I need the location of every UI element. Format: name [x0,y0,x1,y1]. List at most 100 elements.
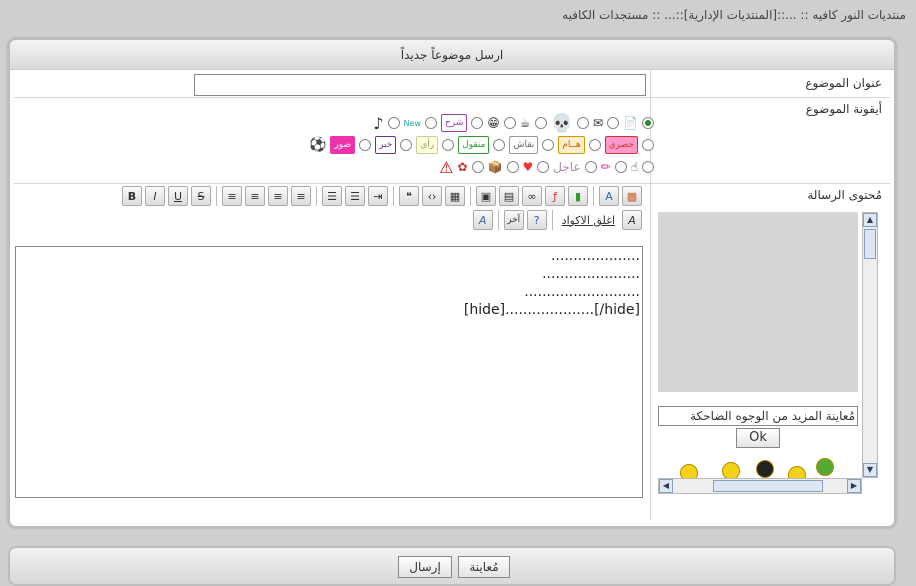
icon-radio[interactable] [537,161,550,173]
italic-button[interactable]: I [145,186,165,206]
icon-radio[interactable] [471,161,484,173]
tag-opinion: رأي [416,136,439,154]
smilies-vscroll[interactable]: ▲ ▼ [862,212,878,478]
tag-new: New [403,118,421,128]
post-panel: ارسل موضوعاً جديداً عنوان الموضوع أيقونة… [8,38,896,528]
icon-radio[interactable] [607,117,620,129]
icon-radio[interactable] [424,117,437,129]
music-icon: ♪ [373,113,384,133]
close-tags-link[interactable]: اغلق الاكواد [558,214,619,227]
preview-button[interactable]: مُعاينة [458,556,510,578]
tag-quoted: منقول [458,136,490,154]
code-icon[interactable]: ‹› [422,186,442,206]
color-icon[interactable]: ▩ [622,186,642,206]
icon-radio[interactable] [642,139,654,151]
icon-radio[interactable] [493,139,506,151]
topic-icon-label: أيقونة الموضوع [805,102,882,116]
scroll-right-icon[interactable]: ▶ [847,479,861,493]
laugh-icon: 😁 [487,116,500,130]
help-icon[interactable]: ? [526,210,547,230]
icon-radio[interactable] [506,161,519,173]
panel-title: ارسل موضوعاً جديداً [10,40,894,70]
icon-radio[interactable] [642,161,654,173]
heart-icon: ♥ [522,160,534,174]
format-toolbar: B I U S ≡ ≡ ≡ ≡ ☰ ☰ ⇥ ❝ ‹› ▦ ▣ ▤ ∞ ƒ ▮ A… [122,186,642,206]
subject-row: عنوان الموضوع [14,70,890,98]
flash-icon[interactable]: ƒ [545,186,565,206]
scroll-left-icon[interactable]: ◀ [659,479,673,493]
rose-icon: ✿ [457,160,468,174]
icon-radio[interactable] [588,139,601,151]
box-icon: 📦 [487,160,503,174]
tag-news: خبر [375,136,397,154]
icon-radio[interactable] [534,117,547,129]
tag-sharh: شرح [440,114,468,132]
justify-button[interactable]: ≡ [291,186,311,206]
smilies-hscroll[interactable]: ◀ ▶ [658,478,862,494]
message-editor[interactable]: .................... ...................… [15,246,643,498]
icon-radio[interactable] [359,139,372,151]
cup-icon: ☕ [519,116,531,130]
icon-radio[interactable] [442,139,455,151]
editor-line: .......................... [524,284,640,300]
text-format-icon[interactable]: A [622,210,642,230]
icon-radio[interactable] [576,117,589,129]
align-right-button[interactable]: ≡ [268,186,288,206]
icon-radio[interactable] [503,117,516,129]
align-left-button[interactable]: ≡ [222,186,242,206]
bomb-smiley-icon[interactable] [756,460,774,478]
tag-photos: صور [330,136,356,154]
icon-radio[interactable] [614,161,627,173]
tag-discussion: نقاش [509,136,539,154]
image-icon[interactable]: ▤ [499,186,519,206]
bold-button[interactable]: B [122,186,142,206]
breadcrumb: منتديات النور كافيه :: ...::[المنتديات ا… [562,8,906,22]
send-button[interactable]: إرسال [398,556,452,578]
smilies-select[interactable]: مُعاينة المزيد من الوجوه الضاحكة [658,406,858,426]
table-icon[interactable]: ▦ [445,186,465,206]
tag-important: هــام [558,136,585,154]
message-label: مُحتوى الرسالة [807,188,882,202]
icon-radio[interactable] [400,139,413,151]
action-bar: إرسال مُعاينة [8,546,896,586]
skull-icon: 💀 [550,112,573,134]
editor-line: ...................... [542,266,640,282]
icon-radio[interactable] [471,117,484,129]
video-icon[interactable]: ▮ [568,186,588,206]
icon-radio[interactable] [584,161,597,173]
font-icon[interactable]: A [599,186,619,206]
icon-radio[interactable] [542,139,555,151]
icon-radio[interactable] [387,117,400,129]
list-number-button[interactable]: ☰ [345,186,365,206]
icon-radio[interactable] [642,117,654,129]
align-center-button[interactable]: ≡ [245,186,265,206]
note-icon: 📄 [623,116,638,130]
format-toolbar-2: A آخر ? اغلق الاكواد A [472,210,642,230]
underline-button[interactable]: U [168,186,188,206]
image-upload-icon[interactable]: ▣ [476,186,496,206]
scroll-down-icon[interactable]: ▼ [863,463,877,477]
smiley-icon[interactable] [816,458,834,476]
quote-icon[interactable]: ❝ [399,186,419,206]
mail-icon: ✉ [592,116,604,130]
list-bullet-button[interactable]: ☰ [322,186,342,206]
soccer-ball-icon: ⚽ [308,137,327,153]
hand-icon: ☝ [630,160,638,174]
editor-line: [hide]....................[/hide] [463,302,640,318]
scroll-up-icon[interactable]: ▲ [863,213,877,227]
ok-button[interactable]: Ok [736,428,780,448]
pencil-icon: ✏ [600,160,611,174]
tag-exclusive: حصري [604,136,638,154]
font-size-icon[interactable]: A [472,210,493,230]
link-icon[interactable]: ∞ [522,186,542,206]
editor-line: .................... [550,248,640,264]
indent-button[interactable]: ⇥ [368,186,388,206]
more-button[interactable]: آخر [503,210,524,230]
warning-icon: ⚠ [439,157,454,177]
tag-urgent: عاجل [553,160,581,174]
smilies-panel: مُعاينة المزيد من الوجوه الضاحكة Ok ▲ ▼ … [658,212,878,496]
subject-input[interactable] [194,74,646,96]
subject-label: عنوان الموضوع [805,76,882,90]
strike-button[interactable]: S [191,186,211,206]
topic-icon-picker: 📄 ✉ 💀 ☕ 😁 شرح New ♪ حصري هــام نقاش منقو… [224,100,654,180]
